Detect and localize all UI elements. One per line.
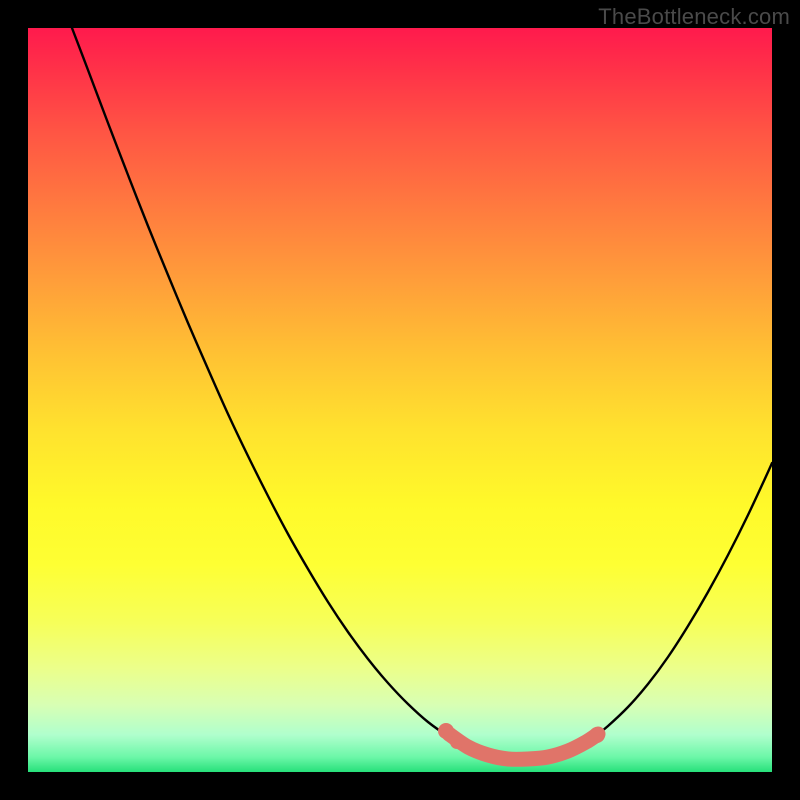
watermark-text: TheBottleneck.com: [598, 4, 790, 30]
highlight-dot: [438, 723, 454, 739]
bottleneck-curve: [72, 28, 772, 760]
highlight-dot: [450, 735, 464, 749]
highlight-dot: [589, 727, 605, 743]
chart-frame: [28, 28, 772, 772]
optimal-range-highlight: [449, 734, 598, 759]
bottleneck-curve-plot: [28, 28, 772, 772]
